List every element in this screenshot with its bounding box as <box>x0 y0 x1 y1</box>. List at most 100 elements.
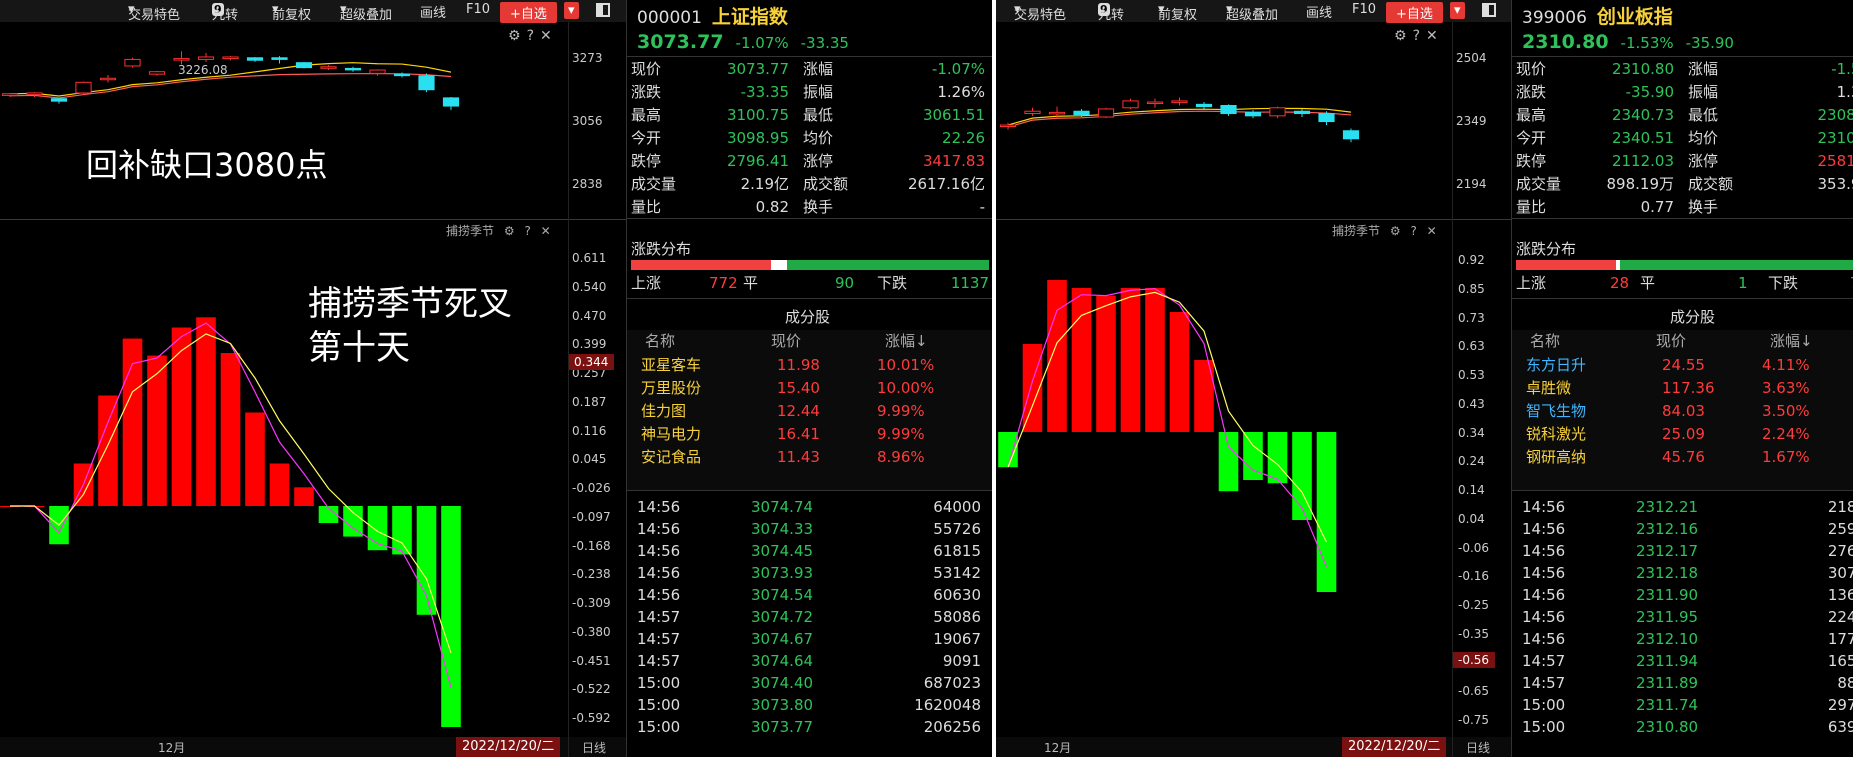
indicator-bar[interactable] <box>1071 288 1092 432</box>
constituent-row[interactable]: 亚星客车 11.98 10.01% <box>627 354 993 376</box>
col-name-header[interactable]: 名称 <box>1530 330 1560 352</box>
candle[interactable] <box>1342 130 1360 140</box>
candle[interactable] <box>344 67 362 71</box>
right-kline-chart[interactable] <box>996 22 1451 220</box>
add-watchlist-button[interactable]: +自选 <box>500 2 557 23</box>
candle[interactable] <box>197 56 215 60</box>
toolbar-f10[interactable]: F10 <box>466 2 490 17</box>
candle[interactable] <box>124 58 141 67</box>
add-watchlist-dropdown[interactable]: ▾ <box>1450 2 1465 19</box>
stock-name[interactable]: 上证指数 <box>712 6 788 28</box>
candle[interactable] <box>1220 104 1237 115</box>
candle[interactable] <box>99 77 117 81</box>
indicator-bar[interactable] <box>294 487 314 506</box>
constituent-row[interactable]: 东方日升 24.55 4.11% <box>1512 354 1853 376</box>
candle[interactable] <box>173 58 190 61</box>
indicator-bar[interactable] <box>245 412 265 507</box>
right-indicator-chart[interactable] <box>996 250 1451 730</box>
indicator-bar[interactable] <box>220 353 241 506</box>
toolbar-draw[interactable]: 画线 <box>420 2 446 21</box>
candle[interactable] <box>1269 107 1286 117</box>
candle[interactable] <box>320 66 337 69</box>
field-label: 成交额 <box>1688 175 1734 193</box>
constituent-row[interactable]: 神马电力 16.41 9.99% <box>627 423 993 445</box>
col-price-header[interactable]: 现价 <box>1656 330 1686 352</box>
col-name-header[interactable]: 名称 <box>645 330 675 352</box>
candle[interactable] <box>1195 103 1213 108</box>
candle[interactable] <box>1097 108 1115 118</box>
help-icon[interactable]: ? <box>524 224 530 238</box>
stock-name[interactable]: 创业板指 <box>1597 6 1673 28</box>
candle[interactable] <box>1244 111 1262 117</box>
period-label[interactable]: 日线 <box>582 739 606 756</box>
candle[interactable] <box>369 69 386 74</box>
toolbar-jiuzhuan[interactable]: 九转 9 <box>212 2 238 23</box>
toolbar-draw[interactable]: 画线 <box>1306 2 1332 21</box>
constituent-row[interactable]: 锐科激光 25.09 2.24% <box>1512 423 1853 445</box>
toolbar-trading-features[interactable]: 交易特色 ▾ <box>1014 2 1066 23</box>
col-price-header[interactable]: 现价 <box>771 330 801 352</box>
candle[interactable] <box>442 97 460 107</box>
indicator-bar[interactable] <box>1096 296 1116 432</box>
period-label[interactable]: 日线 <box>1466 739 1490 756</box>
toolbar-trading-features[interactable]: 交易特色 ▾ <box>128 2 180 23</box>
toolbar-f10[interactable]: F10 <box>1352 2 1376 17</box>
add-watchlist-dropdown[interactable]: ▾ <box>564 2 579 19</box>
candle[interactable] <box>418 75 435 91</box>
constituent-row[interactable]: 佳力图 12.44 9.99% <box>627 400 993 422</box>
candle[interactable] <box>1024 110 1041 115</box>
close-icon[interactable]: ✕ <box>1427 224 1437 238</box>
candle[interactable] <box>999 124 1017 128</box>
indicator-bar[interactable] <box>196 317 216 506</box>
candle[interactable] <box>271 57 288 60</box>
left-kline-chart[interactable]: 3226.08 <box>0 22 570 220</box>
indicator-bar[interactable] <box>392 506 412 555</box>
candle[interactable] <box>222 56 239 60</box>
candle[interactable] <box>1318 113 1335 123</box>
indicator-bar[interactable] <box>1316 432 1337 592</box>
settings-icon[interactable]: ⚙ <box>504 224 515 238</box>
layout-toggle-icon[interactable] <box>596 3 610 17</box>
toolbar-fuquan[interactable]: 前复权 ▾ <box>272 2 311 23</box>
candle[interactable] <box>148 71 166 75</box>
constituent-row[interactable]: 卓胜微 117.36 3.63% <box>1512 377 1853 399</box>
candle[interactable] <box>1073 110 1090 116</box>
indicator-bar[interactable] <box>441 506 461 727</box>
toolbar-overlay[interactable]: 超级叠加 ▾ <box>340 2 392 23</box>
candle[interactable] <box>1122 100 1139 109</box>
col-change-header[interactable]: 涨幅↓ <box>1770 330 1813 352</box>
close-icon[interactable]: ✕ <box>541 224 551 238</box>
indicator-bar[interactable] <box>269 463 290 507</box>
candle[interactable] <box>26 92 43 96</box>
settings-icon[interactable]: ⚙ <box>1390 224 1401 238</box>
candle[interactable] <box>1146 101 1164 105</box>
candle[interactable] <box>1 93 19 96</box>
toolbar-jiuzhuan[interactable]: 九转 9 <box>1098 2 1124 23</box>
indicator-bar[interactable] <box>1145 288 1165 432</box>
constituent-row[interactable]: 万里股份 15.40 10.00% <box>627 377 993 399</box>
add-watchlist-button[interactable]: +自选 <box>1386 2 1443 23</box>
indicator-bar[interactable] <box>1047 280 1067 432</box>
constituent-row[interactable]: 安记食品 11.43 8.96% <box>627 446 993 468</box>
candle[interactable] <box>1048 111 1066 115</box>
indicator-bar[interactable] <box>98 395 118 507</box>
candle[interactable] <box>295 62 313 69</box>
indicator-bar[interactable] <box>1169 312 1190 432</box>
candle[interactable] <box>393 73 411 77</box>
candle[interactable] <box>1293 110 1311 115</box>
candle[interactable] <box>50 98 68 102</box>
candle[interactable] <box>1171 100 1188 103</box>
indicator-bar[interactable] <box>1267 432 1288 484</box>
indicator-bar[interactable] <box>1120 288 1141 432</box>
constituent-row[interactable]: 智飞生物 84.03 3.50% <box>1512 400 1853 422</box>
col-change-header[interactable]: 涨幅↓ <box>885 330 928 352</box>
toolbar-overlay[interactable]: 超级叠加 ▾ <box>1226 2 1278 23</box>
candle[interactable] <box>75 81 92 94</box>
indicator-bar[interactable] <box>171 327 192 507</box>
toolbar-fuquan[interactable]: 前复权 ▾ <box>1158 2 1197 23</box>
indicator-bar[interactable] <box>1218 432 1239 492</box>
layout-toggle-icon[interactable] <box>1482 3 1496 17</box>
help-icon[interactable]: ? <box>1410 224 1416 238</box>
constituent-row[interactable]: 钢研高纳 45.76 1.67% <box>1512 446 1853 468</box>
candle[interactable] <box>246 57 264 61</box>
